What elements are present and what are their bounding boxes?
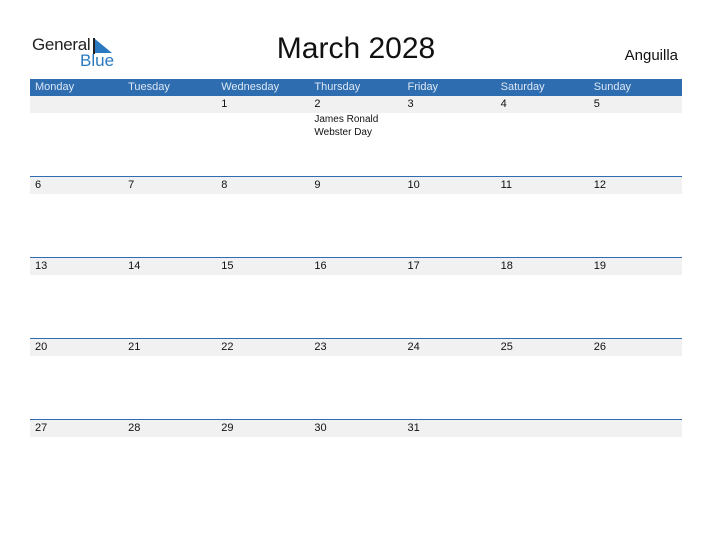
week-row: 1 2 3 4 5 James Ronald Webster Day bbox=[30, 96, 682, 177]
day-number: 9 bbox=[314, 179, 321, 191]
day-number bbox=[496, 420, 589, 437]
holiday-label bbox=[589, 113, 682, 139]
date-strip: 27 28 29 30 31 bbox=[30, 420, 682, 437]
day-number: 30 bbox=[314, 422, 327, 434]
day-number: 15 bbox=[221, 260, 234, 272]
day-number: 21 bbox=[128, 341, 141, 353]
day-number: 4 bbox=[500, 98, 507, 110]
day-number: 26 bbox=[593, 341, 606, 353]
day-number: 19 bbox=[593, 260, 606, 272]
weekday-thursday: Thursday bbox=[314, 81, 361, 93]
day-number: 23 bbox=[314, 341, 327, 353]
day-number: 2 bbox=[314, 98, 321, 110]
day-number: 22 bbox=[221, 341, 234, 353]
weekday-friday: Friday bbox=[407, 81, 439, 93]
date-strip: 13 14 15 16 17 18 19 bbox=[30, 258, 682, 275]
day-number: 13 bbox=[35, 260, 48, 272]
weekday-header: Monday Tuesday Wednesday Thursday Friday… bbox=[30, 79, 682, 96]
day-number: 11 bbox=[500, 179, 513, 191]
day-number: 5 bbox=[593, 98, 600, 110]
day-number: 14 bbox=[128, 260, 141, 272]
day-number: 17 bbox=[407, 260, 420, 272]
holiday-label bbox=[123, 113, 216, 139]
weekday-tuesday: Tuesday bbox=[128, 81, 170, 93]
day-number: 18 bbox=[500, 260, 513, 272]
date-strip: 1 2 3 4 5 bbox=[30, 96, 682, 113]
day-number: 31 bbox=[407, 422, 420, 434]
holiday-label bbox=[216, 113, 309, 139]
day-number: 16 bbox=[314, 260, 327, 272]
day-number: 12 bbox=[593, 179, 606, 191]
day-number: 10 bbox=[407, 179, 420, 191]
day-number: 1 bbox=[221, 98, 228, 110]
events-row: James Ronald Webster Day bbox=[30, 113, 682, 139]
week-row: 27 28 29 30 31 bbox=[30, 419, 682, 501]
weekday-sunday: Sunday bbox=[593, 81, 632, 93]
day-number: 24 bbox=[407, 341, 420, 353]
calendar-title: March 2028 bbox=[276, 32, 436, 65]
day-number: 27 bbox=[35, 422, 48, 434]
day-number: 29 bbox=[221, 422, 234, 434]
holiday-label: James Ronald Webster Day bbox=[314, 114, 379, 138]
day-number: 6 bbox=[35, 179, 42, 191]
day-number bbox=[30, 96, 123, 113]
week-row: 20 21 22 23 24 25 26 bbox=[30, 338, 682, 420]
holiday-label bbox=[403, 113, 496, 139]
day-number: 25 bbox=[500, 341, 513, 353]
weekday-monday: Monday bbox=[35, 81, 75, 93]
week-row: 13 14 15 16 17 18 19 bbox=[30, 257, 682, 339]
day-number: 8 bbox=[221, 179, 228, 191]
holiday-label bbox=[496, 113, 589, 139]
day-number bbox=[589, 420, 682, 437]
weekday-saturday: Saturday bbox=[500, 81, 545, 93]
holiday-label bbox=[30, 113, 123, 139]
day-number: 20 bbox=[35, 341, 48, 353]
day-number: 3 bbox=[407, 98, 414, 110]
day-number bbox=[123, 96, 216, 113]
week-row: 6 7 8 9 10 11 12 bbox=[30, 176, 682, 258]
day-number: 7 bbox=[128, 179, 135, 191]
date-strip: 6 7 8 9 10 11 12 bbox=[30, 177, 682, 194]
country-label: Anguilla bbox=[624, 47, 678, 64]
date-strip: 20 21 22 23 24 25 26 bbox=[30, 339, 682, 356]
weekday-wednesday: Wednesday bbox=[221, 81, 280, 93]
day-number: 28 bbox=[128, 422, 141, 434]
